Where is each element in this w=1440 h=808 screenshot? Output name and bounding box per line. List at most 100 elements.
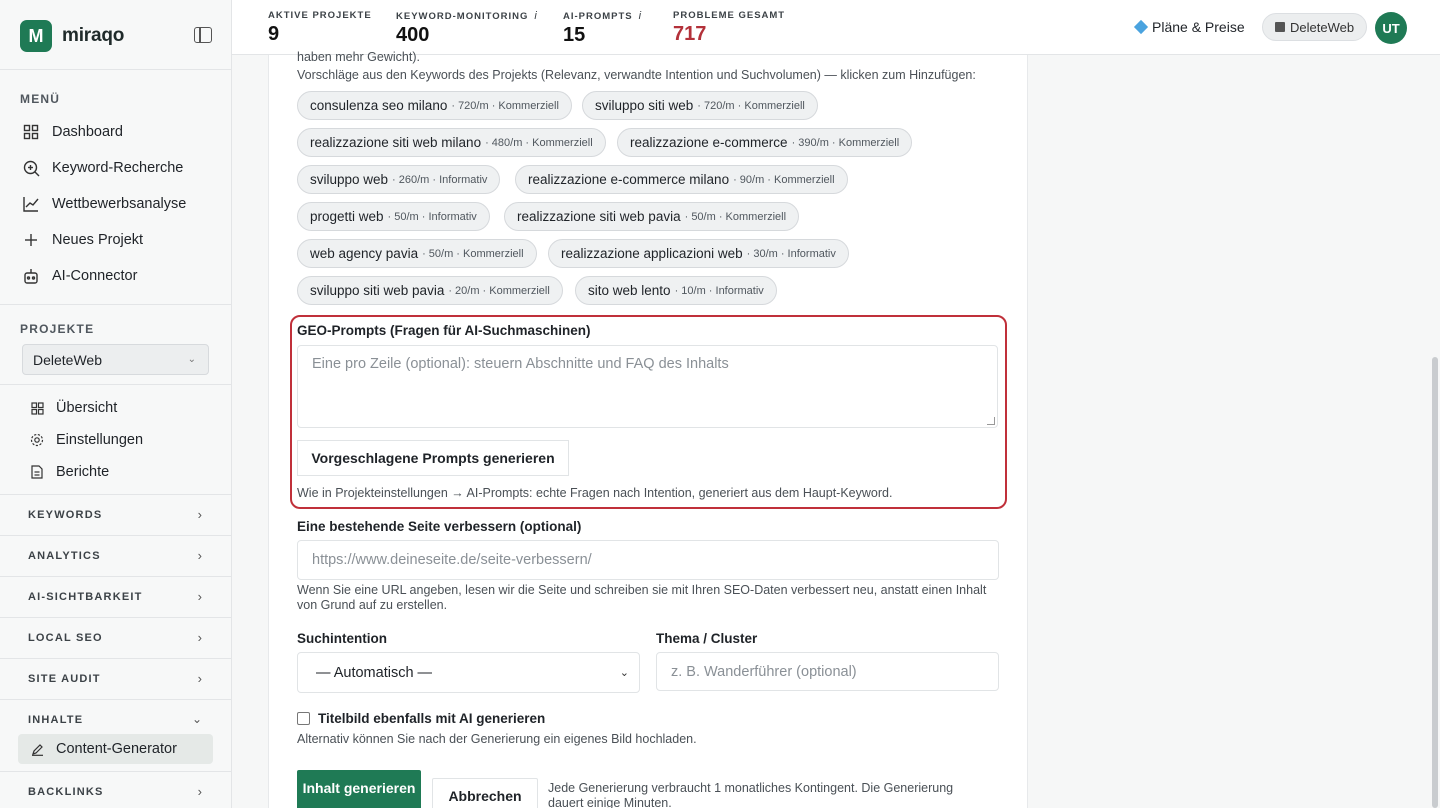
geo-prompts-label: GEO-Prompts (Fragen für AI-Suchmaschinen… bbox=[297, 323, 591, 338]
project-select-value: DeleteWeb bbox=[33, 352, 103, 368]
nav-label: Wettbewerbsanalyse bbox=[52, 196, 187, 212]
nav-reports[interactable]: Berichte bbox=[28, 463, 109, 481]
keyword-chip[interactable]: sviluppo siti web pavia · 20/m · Kommerzi… bbox=[297, 276, 563, 305]
cover-image-label: Titelbild ebenfalls mit AI generieren bbox=[318, 711, 546, 726]
workspace-chip[interactable]: DeleteWeb bbox=[1262, 13, 1368, 41]
scrollbar[interactable] bbox=[1432, 357, 1438, 808]
grid-icon bbox=[22, 123, 40, 141]
sidebar: M miraqo MENÜ Dashboard Keyword-Recherch… bbox=[0, 0, 232, 808]
group-site-audit[interactable]: SITE AUDIT › bbox=[0, 658, 232, 699]
stat-value: 9 bbox=[268, 23, 280, 45]
grid-small-icon bbox=[28, 399, 46, 417]
topic-input[interactable]: z. B. Wanderführer (optional) bbox=[656, 652, 999, 691]
improve-url-input[interactable]: https://www.deineseite.de/seite-verbesse… bbox=[297, 540, 999, 580]
nav-label: Keyword-Recherche bbox=[52, 160, 184, 176]
nav-label: Übersicht bbox=[56, 400, 118, 416]
chevron-right-icon: › bbox=[197, 589, 202, 604]
nav-overview[interactable]: Übersicht bbox=[28, 399, 117, 417]
nav-dashboard[interactable]: Dashboard bbox=[22, 120, 123, 144]
chevron-right-icon: › bbox=[197, 671, 202, 686]
robot-icon bbox=[22, 267, 40, 285]
project-select[interactable]: DeleteWeb ⌄ bbox=[22, 344, 209, 375]
intent-select[interactable]: — Automatisch — ⌄ bbox=[297, 652, 640, 693]
stat-active-projects: AKTIVE PROJEKTE 9 bbox=[268, 10, 372, 46]
avatar[interactable]: UT bbox=[1375, 12, 1407, 44]
keyword-chip[interactable]: web agency pavia · 50/m · Kommerziell bbox=[297, 239, 537, 268]
chevron-right-icon: › bbox=[197, 630, 202, 645]
cut-off-text: haben mehr Gewicht). bbox=[297, 50, 420, 64]
chevron-right-icon: › bbox=[197, 784, 202, 799]
plans-link[interactable]: Pläne & Preise bbox=[1133, 19, 1245, 35]
chevron-down-icon: ⌄ bbox=[187, 354, 196, 365]
cancel-button[interactable]: Abbrechen bbox=[432, 778, 538, 808]
topic-label: Thema / Cluster bbox=[656, 631, 758, 646]
group-label: AI-SICHTBARKEIT bbox=[28, 591, 143, 603]
gear-icon bbox=[28, 431, 46, 449]
sidebar-toggle-icon[interactable] bbox=[194, 27, 212, 43]
group-keywords[interactable]: KEYWORDS › bbox=[0, 494, 232, 535]
keyword-chip[interactable]: realizzazione e-commerce · 390/m · Kommer… bbox=[617, 128, 913, 157]
stat-value: 717 bbox=[673, 23, 707, 45]
diamond-icon bbox=[1133, 19, 1149, 35]
workspace-label: DeleteWeb bbox=[1290, 19, 1355, 35]
improve-page-help: Wenn Sie eine URL angeben, lesen wir die… bbox=[297, 583, 987, 612]
nav-label: Berichte bbox=[56, 464, 110, 480]
stat-label: AKTIVE PROJEKTE bbox=[268, 10, 372, 21]
group-ai-visibility[interactable]: AI-SICHTBARKEIT › bbox=[0, 576, 232, 617]
keyword-chip[interactable]: consulenza seo milano · 720/m · Kommerzie… bbox=[297, 91, 572, 120]
divider bbox=[0, 69, 231, 70]
brand[interactable]: M miraqo bbox=[20, 20, 124, 52]
info-icon[interactable]: i bbox=[534, 10, 537, 22]
nav-label: Neues Projekt bbox=[52, 232, 144, 248]
divider bbox=[0, 384, 231, 385]
group-backlinks[interactable]: BACKLINKS › bbox=[0, 771, 232, 808]
nav-ai-connector[interactable]: AI-Connector bbox=[22, 264, 137, 288]
cover-image-checkbox[interactable] bbox=[297, 712, 310, 725]
keyword-chip[interactable]: progetti web · 50/m · Informativ bbox=[297, 202, 490, 231]
group-label: INHALTE bbox=[28, 714, 84, 726]
stat-ai-prompts: AI-PROMPTS i 15 bbox=[563, 10, 642, 47]
building-icon bbox=[1275, 22, 1285, 32]
chevron-down-icon: ⌄ bbox=[191, 712, 202, 726]
info-icon[interactable]: i bbox=[639, 10, 642, 22]
nav-keyword-research[interactable]: Keyword-Recherche bbox=[22, 156, 183, 180]
nav-new-project[interactable]: Neues Projekt bbox=[22, 228, 143, 252]
nav-label: Dashboard bbox=[52, 124, 123, 140]
group-local-seo[interactable]: LOCAL SEO › bbox=[0, 617, 232, 658]
cover-image-help: Alternativ können Sie nach der Generieru… bbox=[297, 732, 697, 746]
nav-label: AI-Connector bbox=[52, 268, 138, 284]
brand-name: miraqo bbox=[62, 25, 125, 46]
nav-settings[interactable]: Einstellungen bbox=[28, 431, 143, 449]
brand-logo-icon: M bbox=[20, 20, 52, 52]
geo-prompts-textarea[interactable]: Eine pro Zeile (optional): steuern Absch… bbox=[297, 345, 998, 428]
group-label: ANALYTICS bbox=[28, 550, 101, 562]
intent-select-value: — Automatisch — bbox=[316, 664, 433, 681]
keyword-chip[interactable]: sviluppo web · 260/m · Informativ bbox=[297, 165, 501, 194]
keyword-chip[interactable]: realizzazione siti web milano · 480/m · K… bbox=[297, 128, 606, 157]
topbar: AKTIVE PROJEKTE 9 KEYWORD-MONITORING i 40… bbox=[232, 0, 1440, 55]
generate-prompts-button[interactable]: Vorgeschlagene Prompts generieren bbox=[297, 440, 569, 476]
group-label: BACKLINKS bbox=[28, 786, 104, 798]
keyword-chip[interactable]: realizzazione applicazioni web · 30/m · I… bbox=[548, 239, 849, 268]
chevron-down-icon: ⌄ bbox=[619, 667, 629, 679]
nav-competitor-analysis[interactable]: Wettbewerbsanalyse bbox=[22, 192, 186, 216]
group-label: KEYWORDS bbox=[28, 509, 103, 521]
group-label: SITE AUDIT bbox=[28, 673, 101, 685]
stat-label: PROBLEME GESAMT bbox=[673, 10, 786, 21]
keyword-chip[interactable]: sviluppo siti web · 720/m · Kommerziell bbox=[582, 91, 818, 120]
group-analytics[interactable]: ANALYTICS › bbox=[0, 535, 232, 576]
plans-label: Pläne & Preise bbox=[1152, 19, 1245, 35]
search-icon bbox=[22, 159, 40, 177]
document-icon bbox=[28, 463, 46, 481]
menu-heading: MENÜ bbox=[20, 92, 61, 106]
stat-label: KEYWORD-MONITORING bbox=[396, 11, 529, 22]
generate-content-button[interactable]: Inhalt generieren bbox=[297, 770, 421, 808]
suggestions-hint: Vorschläge aus den Keywords des Projekts… bbox=[297, 68, 976, 82]
chevron-right-icon: › bbox=[197, 548, 202, 563]
keyword-chip[interactable]: sito web lento · 10/m · Informativ bbox=[575, 276, 777, 305]
nav-content-generator[interactable]: Content-Generator bbox=[18, 734, 213, 764]
keyword-chip[interactable]: realizzazione siti web pavia · 50/m · Kom… bbox=[504, 202, 800, 231]
stat-value: 400 bbox=[396, 24, 430, 46]
keyword-chip[interactable]: realizzazione e-commerce milano · 90/m · … bbox=[515, 165, 848, 194]
chart-line-icon bbox=[22, 195, 40, 213]
